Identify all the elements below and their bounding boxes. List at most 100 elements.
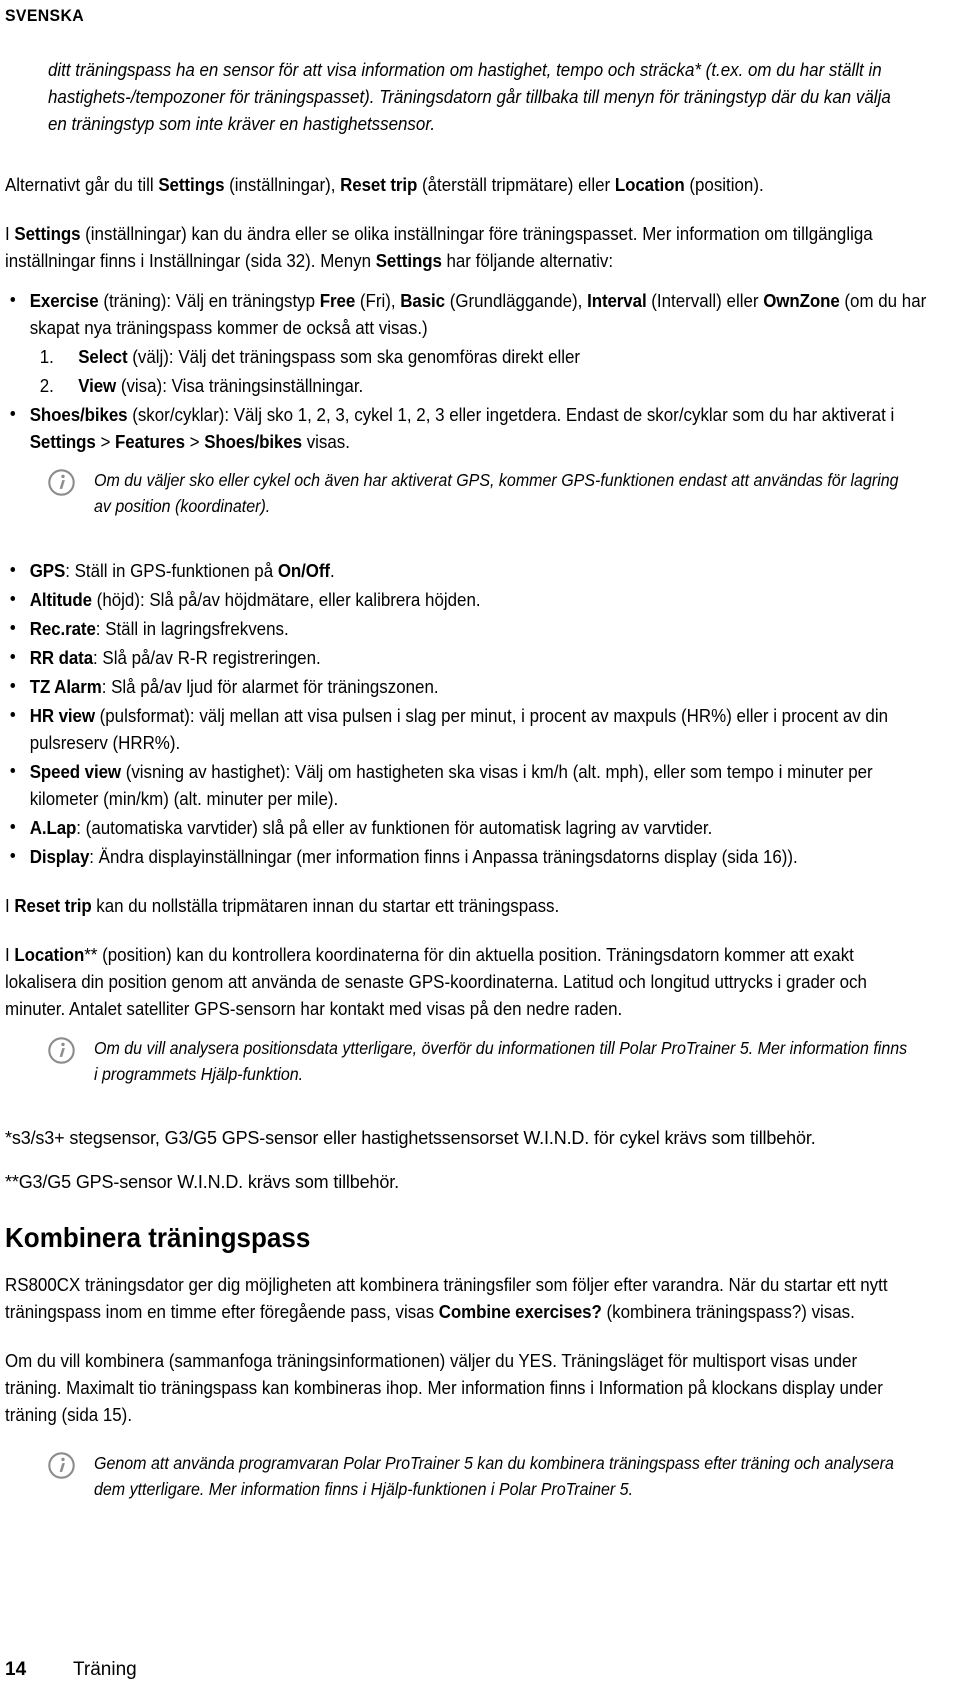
text-fragment: : Ställ in GPS-funktionen på <box>65 560 278 581</box>
location-paragraph: I Location** (position) kan du kontrolle… <box>5 941 913 1022</box>
menu-speed-view: Speed view <box>29 761 121 782</box>
footnote-2: **G3/G5 GPS-sensor W.I.N.D. krävs som ti… <box>5 1172 399 1192</box>
text-fragment: : (automatiska varvtider) slå på eller a… <box>76 817 713 838</box>
menu-shoes-bikes: Shoes/bikes <box>204 431 302 452</box>
settings-intro-paragraph: I Settings (inställningar) kan du ändra … <box>5 220 913 274</box>
shoes-bikes-list: Shoes/bikes (skor/cyklar): Välj sko 1, 2… <box>5 401 913 455</box>
text-fragment: ** (position) kan du kontrollera koordin… <box>5 944 867 1019</box>
list-index: 1. <box>39 346 54 367</box>
text-fragment: : Ändra displayinställningar (mer inform… <box>89 846 798 867</box>
note-position-data: Om du vill analysera positionsdata ytter… <box>47 1035 913 1087</box>
note-text: Om du vill analysera positionsdata ytter… <box>94 1038 908 1084</box>
list-item-altitude: Altitude (höjd): Slå på/av höjdmätare, e… <box>5 586 938 613</box>
menu-on-off: On/Off <box>277 560 330 581</box>
intro-line-1: ditt träningspass ha en sensor för att v… <box>48 59 882 80</box>
combine-paragraph-2: Om du vill kombinera (sammanfoga träning… <box>5 1350 883 1425</box>
menu-exercise: Exercise <box>29 290 99 311</box>
list-item-shoes-bikes: Shoes/bikes (skor/cyklar): Välj sko 1, 2… <box>5 401 938 455</box>
menu-shoes-bikes: Shoes/bikes <box>29 404 128 425</box>
menu-settings: Settings <box>29 431 96 452</box>
menu-gps: GPS <box>29 560 66 581</box>
bullet-dot-icon <box>10 824 16 829</box>
bullet-dot-icon <box>10 853 16 858</box>
bullet-dot-icon <box>10 567 16 572</box>
list-item-exercise: Exercise (träning): Välj en träningstyp … <box>5 287 938 341</box>
footer-section-name: Träning <box>73 1659 137 1680</box>
text-fragment: (kombinera träningspass?) visas. <box>601 1301 855 1322</box>
text-fragment: visas. <box>301 431 350 452</box>
feature-list: GPS: Ställ in GPS-funktionen på On/Off. … <box>5 557 913 870</box>
menu-ownzone: OwnZone <box>763 290 840 311</box>
text-fragment: Alternativt går du till <box>5 174 159 195</box>
info-icon <box>47 1036 76 1065</box>
menu-tz-alarm: TZ Alarm <box>29 676 102 697</box>
bullet-dot-icon <box>10 297 16 302</box>
text-fragment: I <box>5 944 15 965</box>
text-fragment: : Ställ in lagringsfrekvens. <box>95 618 289 639</box>
menu-rec-rate: Rec.rate <box>29 618 96 639</box>
text-fragment: (välj): Välj det träningspass som ska ge… <box>127 346 581 367</box>
menu-combine-exercises: Combine exercises? <box>438 1301 602 1322</box>
bullet-dot-icon <box>10 654 16 659</box>
footnote-1: *s3/s3+ stegsensor, G3/G5 GPS-sensor ell… <box>5 1128 816 1148</box>
menu-settings: Settings <box>375 250 442 271</box>
text-fragment: (Intervall) eller <box>646 290 764 311</box>
list-index: 2. <box>39 375 54 396</box>
text-fragment: (Fri), <box>355 290 401 311</box>
text-fragment: (återställ tripmätare) eller <box>417 174 615 195</box>
menu-features: Features <box>115 431 185 452</box>
running-head: SVENSKA <box>5 6 85 25</box>
menu-interval: Interval <box>587 290 647 311</box>
text-fragment: (visa): Visa träningsinställningar. <box>116 375 364 396</box>
note-gps-shoe: Om du väljer sko eller cykel och även ha… <box>47 467 913 519</box>
alternativt-paragraph: Alternativt går du till Settings (instäl… <box>5 171 913 198</box>
list-item-tz-alarm: TZ Alarm: Slå på/av ljud för alarmet för… <box>5 673 938 700</box>
list-item-select: 1. Select (välj): Välj det träningspass … <box>5 343 960 370</box>
bullet-dot-icon <box>10 768 16 773</box>
list-item-display: Display: Ändra displayinställningar (mer… <box>5 843 938 870</box>
text-fragment: har följande alternativ: <box>441 250 614 271</box>
menu-basic: Basic <box>400 290 445 311</box>
intro-paragraph: ditt träningspass ha en sensor för att v… <box>48 56 891 137</box>
menu-view: View <box>78 375 117 396</box>
note-protrainer: Genom att använda programvaran Polar Pro… <box>47 1450 913 1502</box>
info-icon <box>47 468 76 497</box>
list-item-hr-view: HR view (pulsformat): välj mellan att vi… <box>5 702 938 756</box>
menu-reset-trip: Reset trip <box>14 895 92 916</box>
menu-a-lap: A.Lap <box>29 817 77 838</box>
menu-reset-trip: Reset trip <box>340 174 418 195</box>
text-fragment: (inställningar), <box>224 174 341 195</box>
menu-hr-view: HR view <box>29 705 95 726</box>
menu-separator: > <box>95 431 116 452</box>
text-fragment: I <box>5 895 15 916</box>
list-item-rec-rate: Rec.rate: Ställ in lagringsfrekvens. <box>5 615 938 642</box>
menu-select: Select <box>78 346 128 367</box>
combine-paragraph-1: RS800CX träningsdator ger dig möjlighete… <box>5 1271 913 1325</box>
text-fragment: . <box>329 560 335 581</box>
text-fragment: (visning av hastighet): Välj om hastighe… <box>29 761 873 809</box>
list-item-view: 2. View (visa): Visa träningsinställning… <box>5 372 960 399</box>
page-number: 14 <box>5 1659 27 1680</box>
list-item-rr-data: RR data: Slå på/av R-R registreringen. <box>5 644 938 671</box>
menu-rr-data: RR data <box>29 647 94 668</box>
info-icon <box>47 1451 76 1480</box>
menu-location: Location <box>614 174 685 195</box>
note-text: Genom att använda programvaran Polar Pro… <box>94 1453 894 1499</box>
text-fragment: (skor/cyklar): Välj sko 1, 2, 3, cykel 1… <box>127 404 895 425</box>
reset-trip-paragraph: I Reset trip kan du nollställa tripmätar… <box>5 892 913 919</box>
bullet-dot-icon <box>10 625 16 630</box>
text-fragment: I <box>5 223 15 244</box>
text-fragment: : Slå på/av ljud för alarmet för träning… <box>101 676 439 697</box>
page-content: ditt träningspass ha en sensor för att v… <box>5 56 926 1514</box>
text-fragment: (pulsformat): välj mellan att visa pulse… <box>29 705 889 753</box>
bullet-dot-icon <box>10 596 16 601</box>
page-title: Kombinera träningspass <box>5 1222 311 1253</box>
intro-line-2: hastighets-/tempozoner för träningspasse… <box>48 86 852 107</box>
menu-display: Display <box>29 846 90 867</box>
note-text: Om du väljer sko eller cykel och även ha… <box>94 470 899 516</box>
text-fragment: (höjd): Slå på/av höjdmätare, eller kali… <box>91 589 481 610</box>
page-footer: 14 Träning <box>5 1659 905 1681</box>
menu-location: Location <box>14 944 85 965</box>
